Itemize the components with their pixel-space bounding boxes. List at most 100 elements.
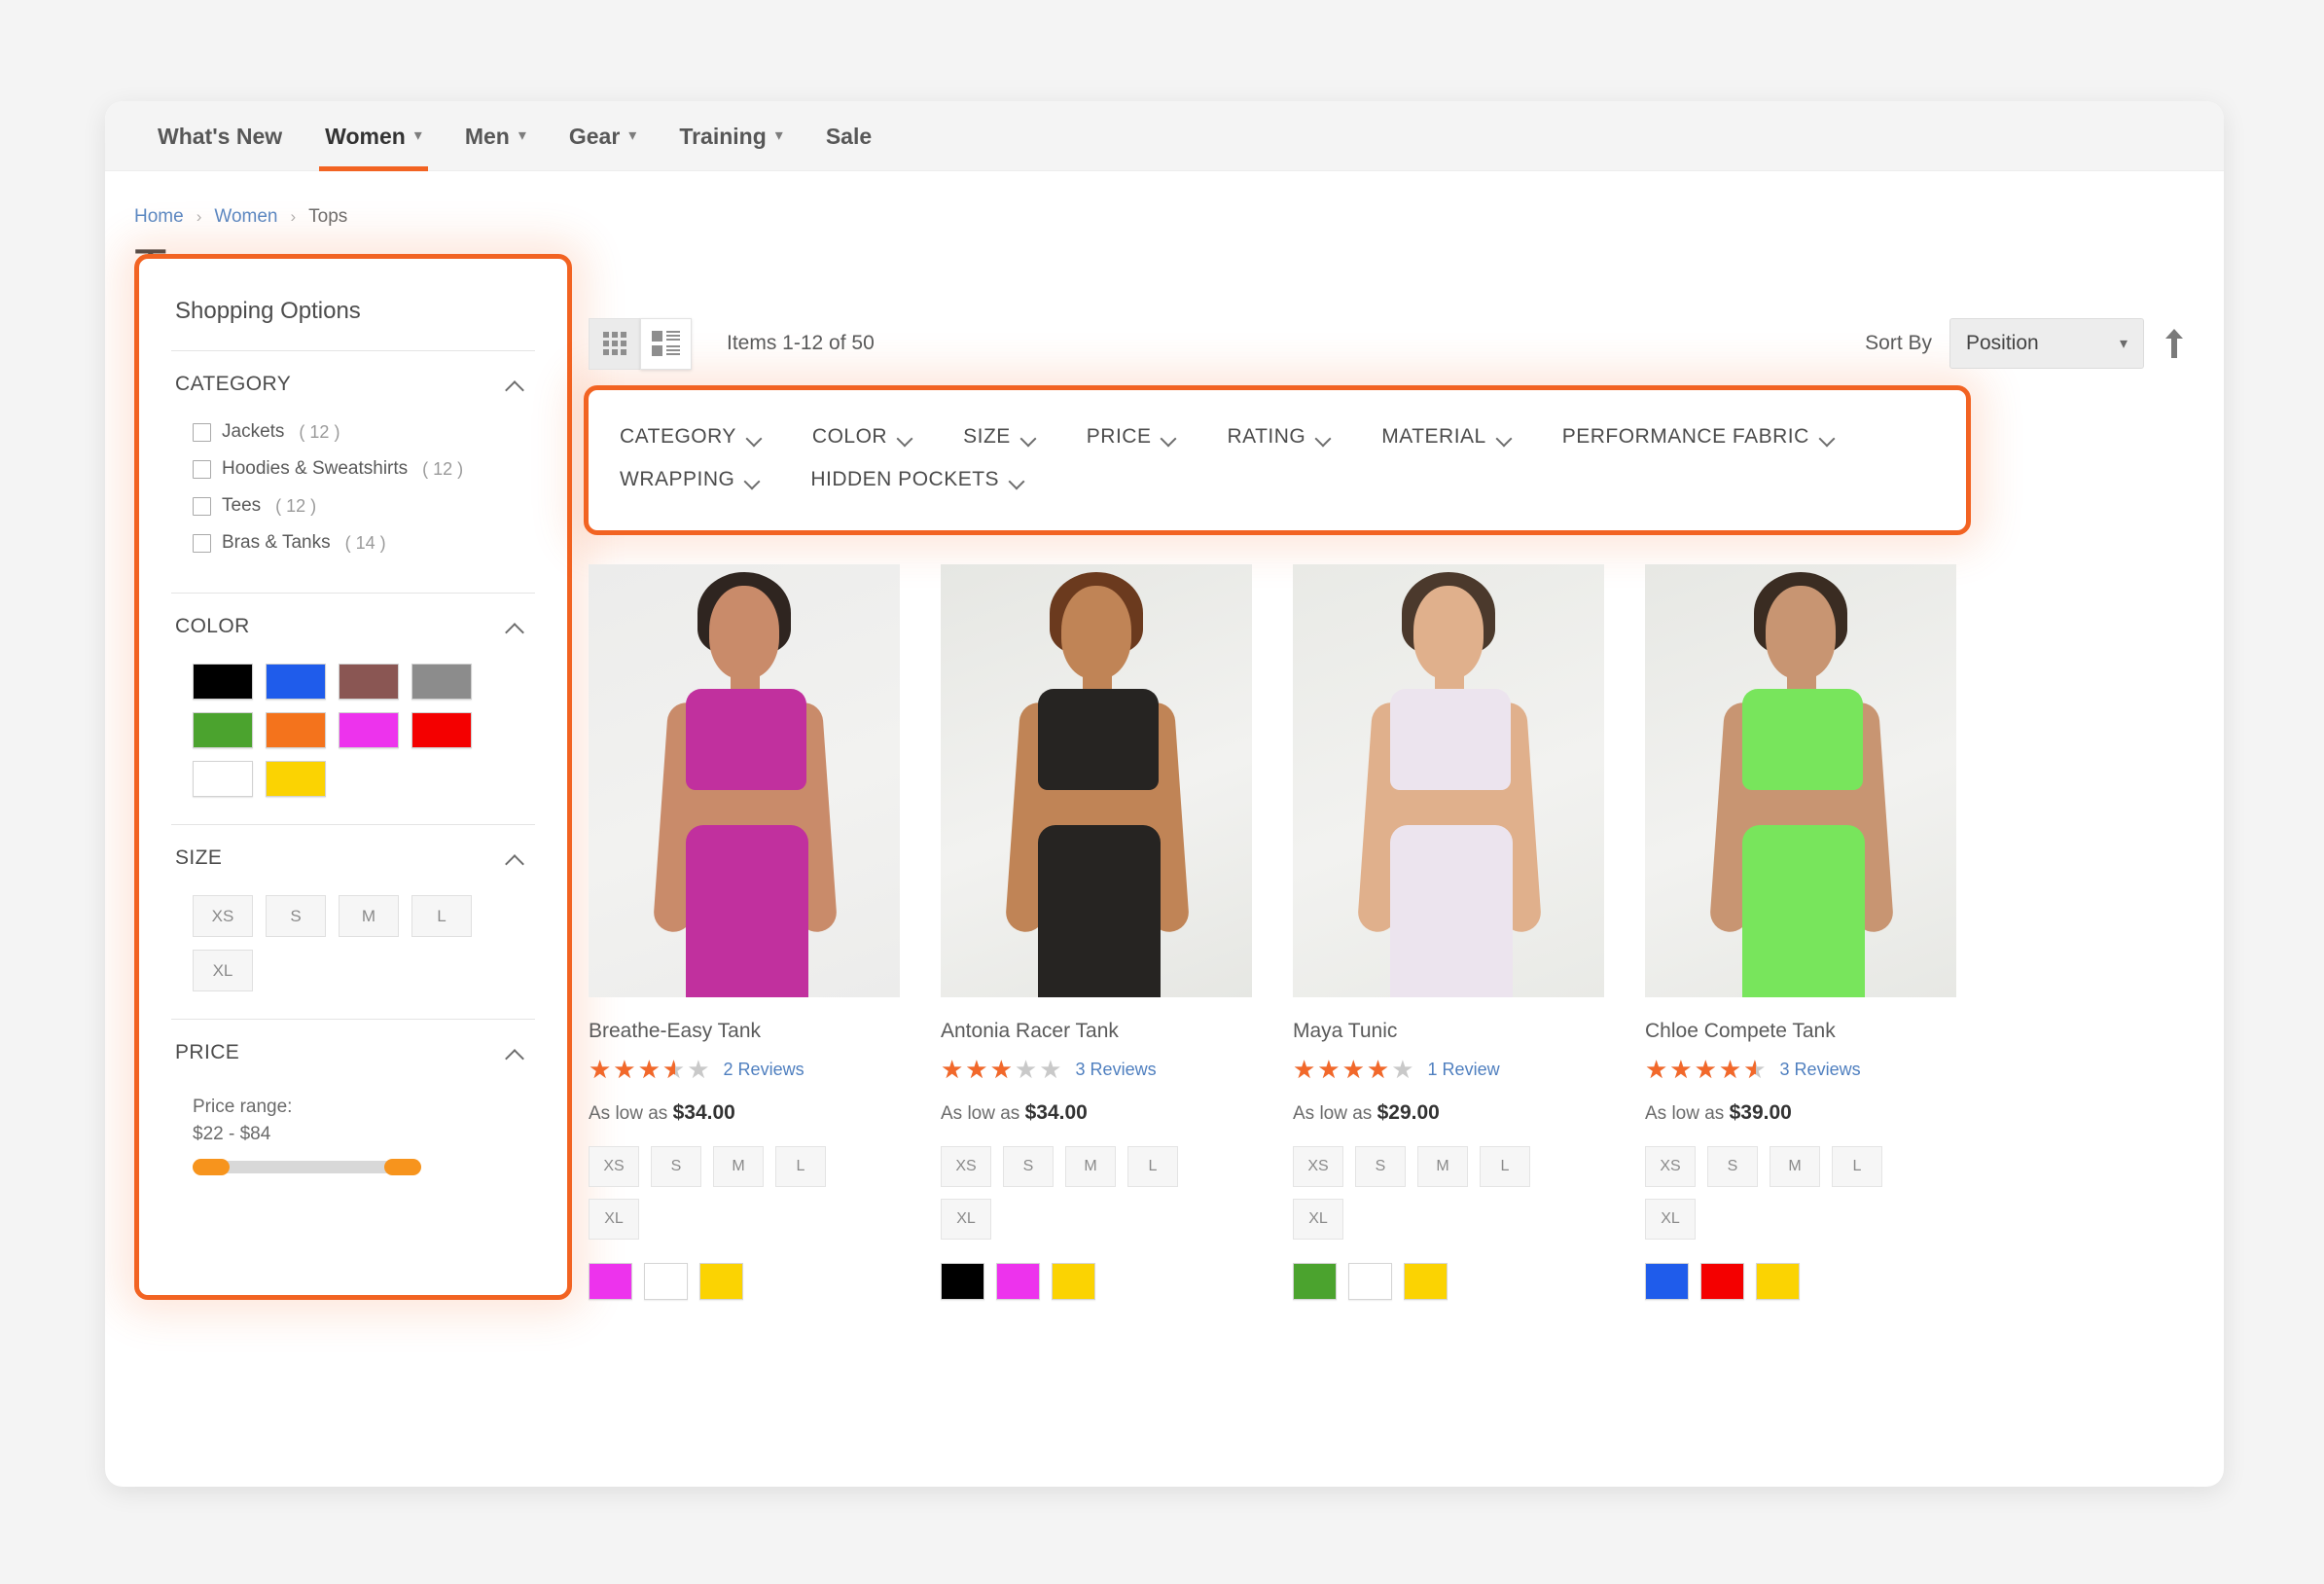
breadcrumb-home[interactable]: Home (134, 206, 184, 228)
color-swatch-yellow[interactable] (266, 761, 326, 797)
product-name[interactable]: Chloe Compete Tank (1645, 1020, 1956, 1043)
product-reviews-link[interactable]: 2 Reviews (724, 1060, 804, 1080)
product-name[interactable]: Antonia Racer Tank (941, 1020, 1252, 1043)
product-size-xs[interactable]: XS (1293, 1146, 1343, 1187)
size-option-xs[interactable]: XS (193, 895, 253, 937)
size-option-xl[interactable]: XL (193, 950, 253, 991)
product-size-m[interactable]: M (713, 1146, 764, 1187)
sidebar-filter-price-header[interactable]: PRICE (171, 1037, 535, 1068)
color-swatch-gray[interactable] (411, 664, 472, 700)
color-swatch-orange[interactable] (266, 712, 326, 748)
nav-item-gear[interactable]: Gear ▾ (548, 101, 658, 171)
product-size-l[interactable]: L (1480, 1146, 1530, 1187)
product-size-m[interactable]: M (1417, 1146, 1468, 1187)
color-swatch-black[interactable] (193, 664, 253, 700)
product-color-black[interactable] (941, 1263, 984, 1300)
product-size-xl[interactable]: XL (589, 1199, 639, 1240)
filter-bar-item-hidden-pockets[interactable]: HIDDEN POCKETS (810, 458, 1024, 501)
sidebar-filter-category-header[interactable]: CATEGORY (171, 369, 535, 400)
product-card[interactable]: Maya Tunic ★★★★★ ★★★★★ 1 Review As low a… (1293, 564, 1604, 1300)
product-size-xl[interactable]: XL (1293, 1199, 1343, 1240)
filter-bar-item-category[interactable]: CATEGORY (620, 415, 762, 458)
product-color-yellow[interactable] (1756, 1263, 1800, 1300)
filter-bar-item-rating[interactable]: RATING (1227, 415, 1331, 458)
checkbox-icon[interactable] (193, 496, 211, 516)
product-reviews-link[interactable]: 1 Review (1428, 1060, 1500, 1080)
product-card[interactable]: Chloe Compete Tank ★★★★★ ★★★★★ 3 Reviews… (1645, 564, 1956, 1300)
nav-item-sale[interactable]: Sale (804, 101, 893, 171)
list-view-icon[interactable] (640, 317, 692, 370)
product-image[interactable] (1645, 564, 1956, 997)
color-swatch-white[interactable] (193, 761, 253, 797)
product-color-yellow[interactable] (1404, 1263, 1448, 1300)
product-size-s[interactable]: S (1707, 1146, 1758, 1187)
product-color-yellow[interactable] (1052, 1263, 1095, 1300)
product-rating: ★★★★★ ★★★★★ 3 Reviews (1645, 1057, 1956, 1082)
sidebar-filter-size-header[interactable]: SIZE (171, 843, 535, 874)
product-color-red[interactable] (1700, 1263, 1744, 1300)
nav-item-men[interactable]: Men ▾ (444, 101, 548, 171)
category-option-hoodies-sweatshirts[interactable]: Hoodies & Sweatshirts ( 12 ) (193, 458, 535, 480)
product-card[interactable]: Antonia Racer Tank ★★★★★ ★★★★★ 3 Reviews… (941, 564, 1252, 1300)
category-option-bras-tanks[interactable]: Bras & Tanks ( 14 ) (193, 532, 535, 554)
product-size-xs[interactable]: XS (941, 1146, 991, 1187)
product-color-white[interactable] (1348, 1263, 1392, 1300)
color-swatch-red[interactable] (411, 712, 472, 748)
size-option-l[interactable]: L (411, 895, 472, 937)
filter-bar-item-price[interactable]: PRICE (1087, 415, 1177, 458)
product-image[interactable] (941, 564, 1252, 997)
product-image[interactable] (589, 564, 900, 997)
product-reviews-link[interactable]: 3 Reviews (1076, 1060, 1157, 1080)
checkbox-icon[interactable] (193, 422, 211, 442)
color-swatch-brown[interactable] (339, 664, 399, 700)
sort-ascending-arrow-icon[interactable] (2162, 327, 2187, 360)
product-size-l[interactable]: L (1127, 1146, 1178, 1187)
product-size-m[interactable]: M (1770, 1146, 1820, 1187)
product-name[interactable]: Maya Tunic (1293, 1020, 1604, 1043)
product-size-l[interactable]: L (775, 1146, 826, 1187)
product-size-s[interactable]: S (1355, 1146, 1406, 1187)
product-size-xs[interactable]: XS (589, 1146, 639, 1187)
filter-bar-item-size[interactable]: SIZE (963, 415, 1036, 458)
size-option-s[interactable]: S (266, 895, 326, 937)
checkbox-icon[interactable] (193, 533, 211, 553)
price-range-slider[interactable] (193, 1159, 421, 1176)
product-name[interactable]: Breathe-Easy Tank (589, 1020, 900, 1043)
product-card[interactable]: Breathe-Easy Tank ★★★★★ ★★★★★ 2 Reviews … (589, 564, 900, 1300)
price-slider-max-handle[interactable] (384, 1159, 421, 1176)
product-color-purple[interactable] (589, 1263, 632, 1300)
category-option-jackets[interactable]: Jackets ( 12 ) (193, 421, 535, 443)
nav-item-women[interactable]: Women ▾ (304, 101, 444, 171)
product-color-blue[interactable] (1645, 1263, 1689, 1300)
price-slider-min-handle[interactable] (193, 1159, 230, 1176)
product-size-s[interactable]: S (1003, 1146, 1054, 1187)
color-swatch-green[interactable] (193, 712, 253, 748)
filter-bar-item-performance-fabric[interactable]: PERFORMANCE FABRIC (1562, 415, 1835, 458)
product-size-xl[interactable]: XL (941, 1199, 991, 1240)
product-reviews-link[interactable]: 3 Reviews (1780, 1060, 1861, 1080)
nav-item-whats-new[interactable]: What's New (136, 101, 304, 171)
product-size-l[interactable]: L (1832, 1146, 1882, 1187)
product-color-yellow[interactable] (699, 1263, 743, 1300)
filter-bar-item-wrapping[interactable]: WRAPPING (620, 458, 760, 501)
size-option-m[interactable]: M (339, 895, 399, 937)
breadcrumb-women[interactable]: Women (214, 206, 277, 228)
color-swatch-purple[interactable] (339, 712, 399, 748)
product-color-green[interactable] (1293, 1263, 1337, 1300)
grid-view-icon[interactable] (589, 317, 640, 370)
checkbox-icon[interactable] (193, 459, 211, 479)
product-color-white[interactable] (644, 1263, 688, 1300)
product-size-s[interactable]: S (651, 1146, 701, 1187)
nav-item-training[interactable]: Training ▾ (658, 101, 804, 171)
sort-by-select[interactable]: Position ▾ (1949, 318, 2144, 369)
product-image[interactable] (1293, 564, 1604, 997)
product-size-xl[interactable]: XL (1645, 1199, 1696, 1240)
filter-bar-item-color[interactable]: COLOR (812, 415, 912, 458)
product-size-m[interactable]: M (1065, 1146, 1116, 1187)
filter-bar-item-material[interactable]: MATERIAL (1381, 415, 1511, 458)
sidebar-filter-color-header[interactable]: COLOR (171, 611, 535, 642)
product-color-purple[interactable] (996, 1263, 1040, 1300)
color-swatch-blue[interactable] (266, 664, 326, 700)
product-size-xs[interactable]: XS (1645, 1146, 1696, 1187)
category-option-tees[interactable]: Tees ( 12 ) (193, 495, 535, 517)
